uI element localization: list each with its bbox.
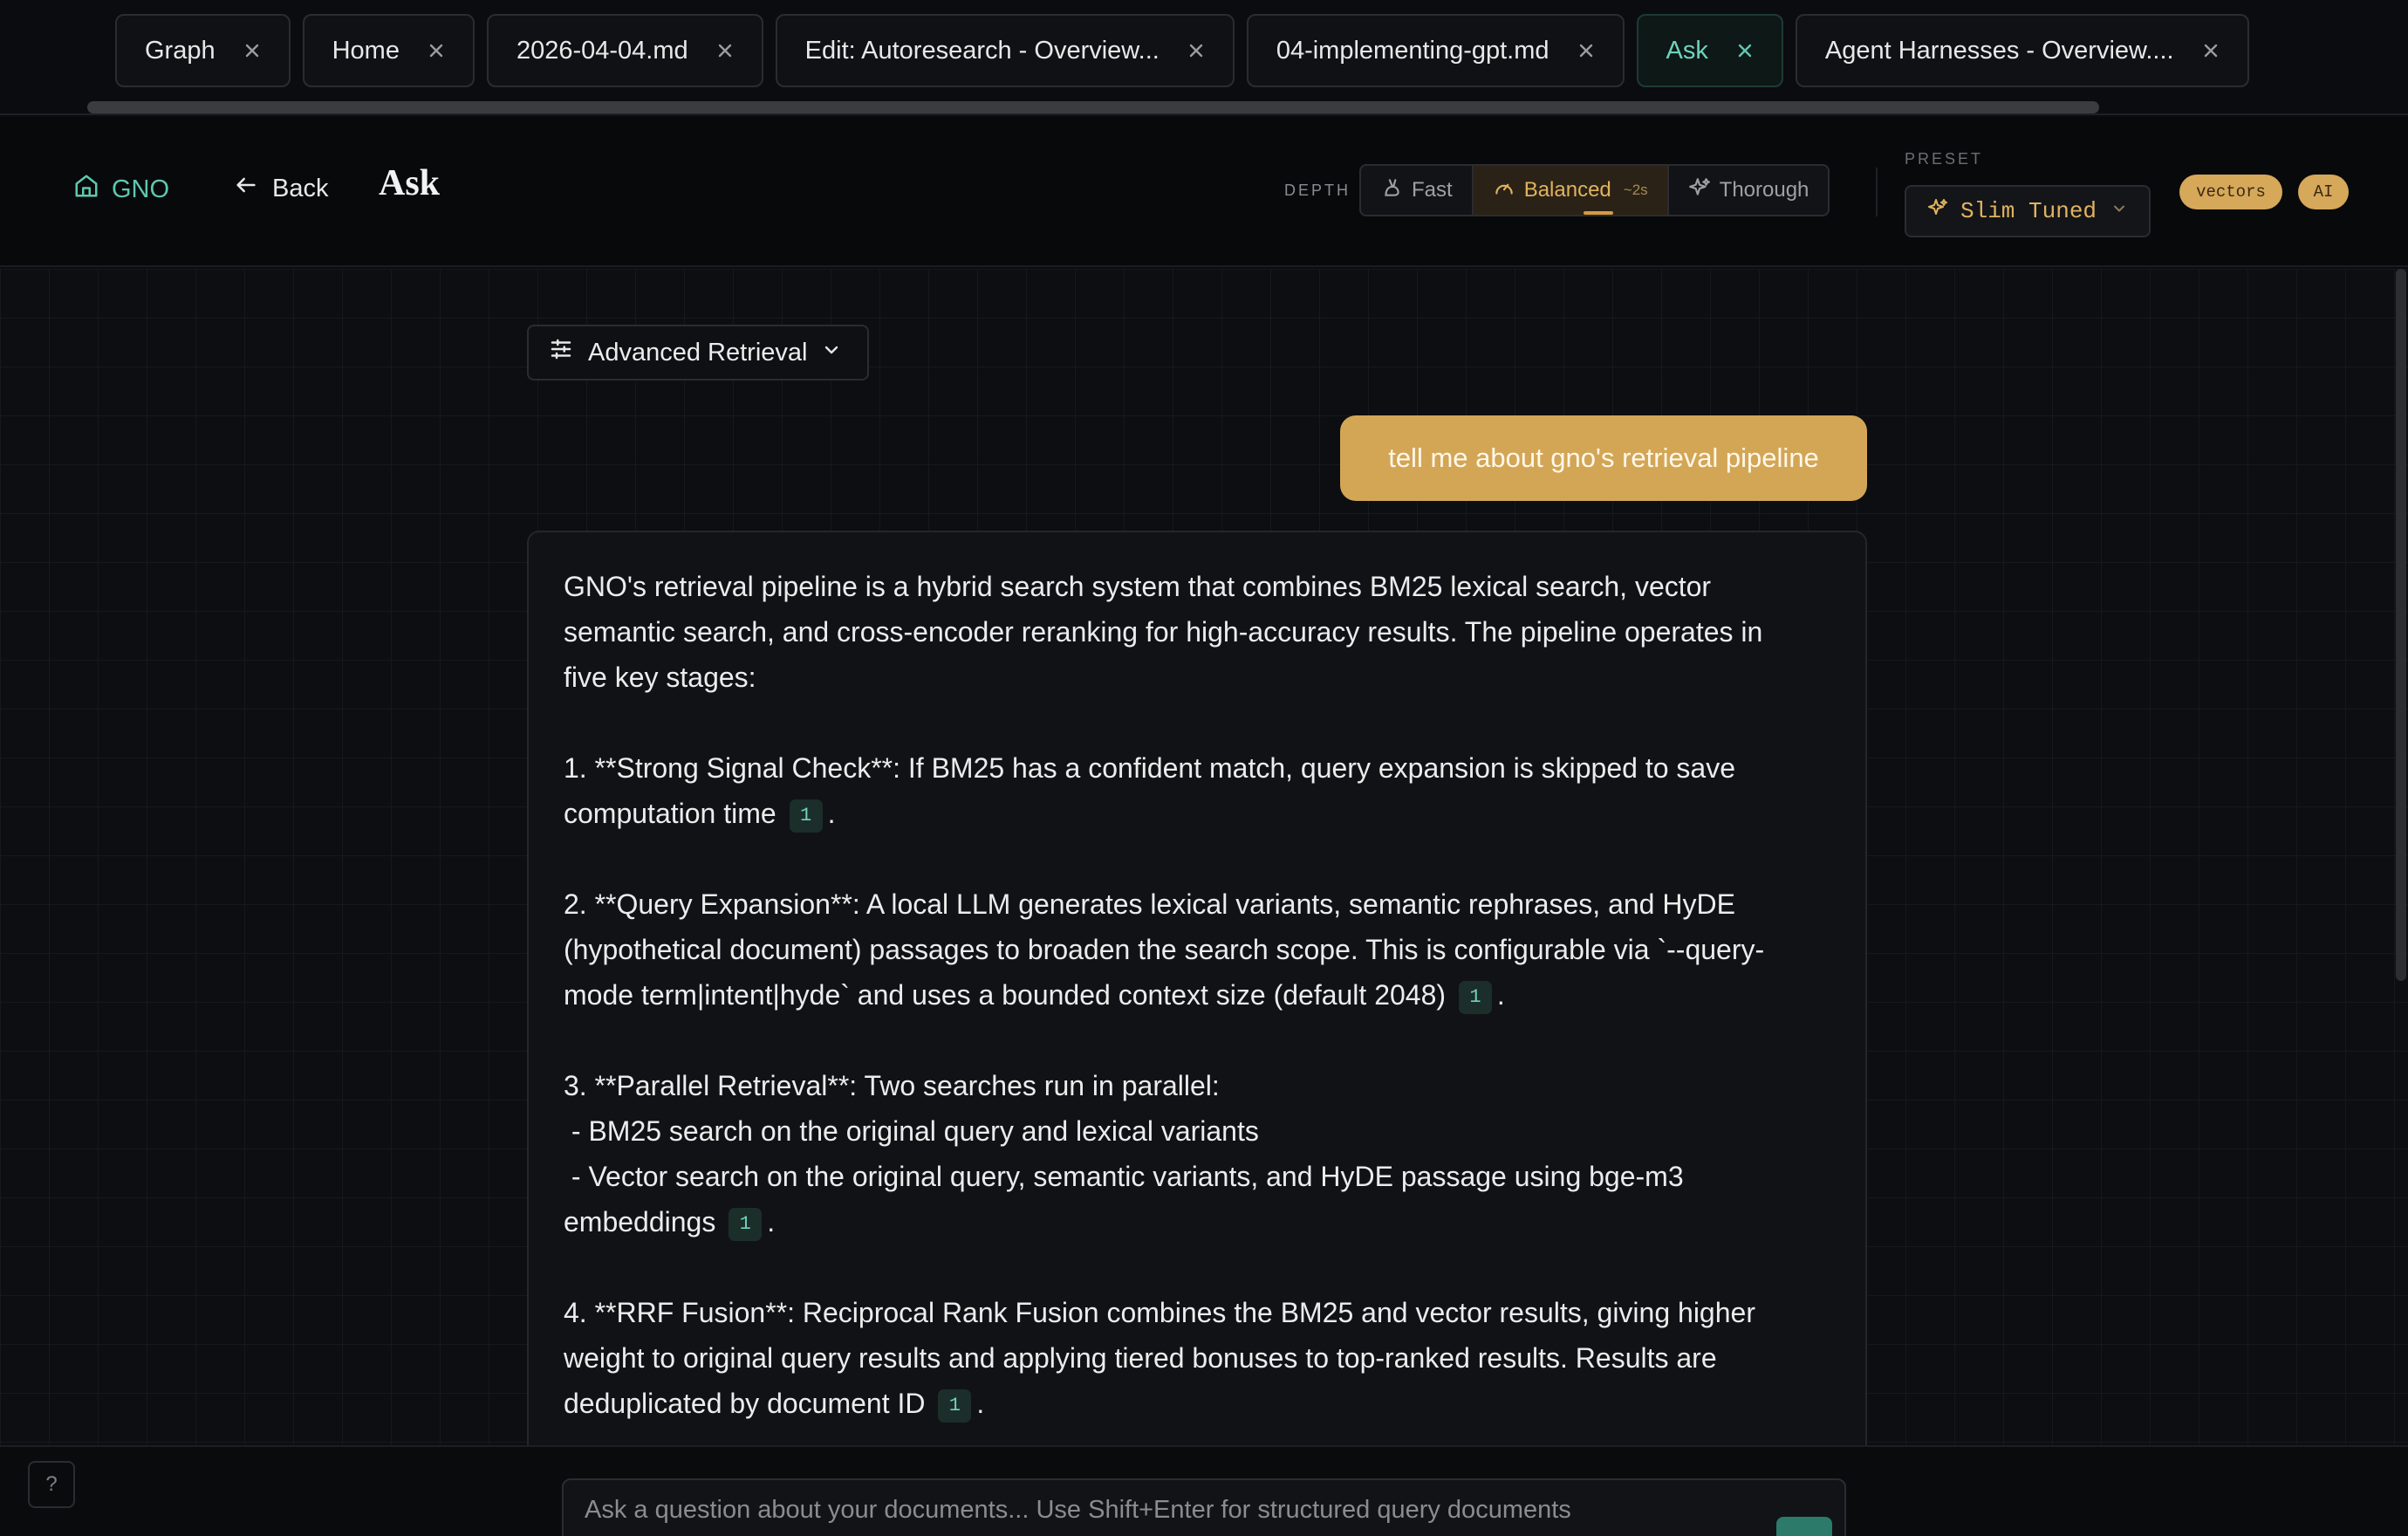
answer-line: deduplicated by document ID 1. [564, 1381, 1830, 1426]
answer-line: 1. **Strong Signal Check**: If BM25 has … [564, 752, 1735, 784]
advanced-retrieval-label: Advanced Retrieval [588, 338, 808, 367]
answer-line: 3. **Parallel Retrieval**: Two searches … [564, 1070, 1220, 1101]
question-input[interactable] [585, 1496, 1806, 1525]
tab-ask[interactable]: Ask [1636, 14, 1783, 87]
citation-badge[interactable]: 1 [789, 799, 823, 833]
user-message-text: tell me about gno's retrieval pipeline [1388, 442, 1819, 473]
send-button[interactable] [1776, 1517, 1832, 1536]
answer-punctuation: . [976, 1388, 985, 1419]
depth-balanced-button[interactable]: Balanced ~2s [1473, 166, 1667, 215]
content-scrollbar[interactable] [2396, 269, 2406, 981]
tab-label: Home [332, 36, 400, 65]
composer [562, 1478, 1846, 1536]
chevron-down-icon [821, 339, 842, 367]
citation-badge[interactable]: 1 [1458, 980, 1492, 1014]
close-icon[interactable] [715, 40, 735, 61]
answer-stage-4: 4. **RRF Fusion**: Reciprocal Rank Fusio… [564, 1290, 1830, 1426]
answer-text: deduplicated by document ID [564, 1388, 926, 1419]
answer-line: semantic search, and cross-encoder reran… [564, 616, 1763, 648]
tab-home[interactable]: Home [302, 14, 475, 87]
answer-line: mode term|intent|hyde` and uses a bounde… [564, 972, 1830, 1018]
tab-label: 2026-04-04.md [516, 36, 688, 65]
answer-line: 4. **RRF Fusion**: Reciprocal Rank Fusio… [564, 1297, 1755, 1328]
vectors-status-badge: vectors [2179, 175, 2282, 209]
divider [1876, 168, 1878, 216]
close-icon[interactable] [426, 40, 447, 61]
composer-bar: ? [0, 1445, 2408, 1536]
answer-line: - BM25 search on the original query and … [564, 1115, 1259, 1147]
sparkles-icon [1927, 197, 1948, 225]
back-label: Back [272, 174, 329, 202]
tab-label: Edit: Autoresearch - Overview... [804, 36, 1160, 65]
close-icon[interactable] [242, 40, 263, 61]
preset-select[interactable]: Slim Tuned [1905, 185, 2151, 237]
assistant-answer: GNO's retrieval pipeline is a hybrid sea… [527, 531, 1867, 1445]
back-button[interactable]: Back [234, 173, 328, 204]
ask-main: Advanced Retrieval tell me about gno's r… [0, 269, 2408, 1445]
close-icon[interactable] [2200, 40, 2221, 61]
answer-line: GNO's retrieval pipeline is a hybrid sea… [564, 571, 1712, 602]
answer-line: (hypothetical document) passages to broa… [564, 934, 1765, 965]
tab-agent-harnesses[interactable]: Agent Harnesses - Overview.... [1795, 14, 2249, 87]
tab-label: 04-implementing-gpt.md [1276, 36, 1549, 65]
answer-punctuation: . [827, 798, 836, 829]
tab-label: Ask [1666, 36, 1708, 65]
close-icon[interactable] [1734, 40, 1755, 61]
answer-stage-1: 1. **Strong Signal Check**: If BM25 has … [564, 745, 1830, 836]
tab-list: Graph Home 2026-04-04.md Edit: Autoresea… [115, 14, 2319, 87]
arrow-left-icon [234, 173, 258, 204]
user-message-bubble: tell me about gno's retrieval pipeline [1340, 415, 1867, 501]
depth-balanced-label: Balanced [1523, 178, 1611, 202]
tab-graph[interactable]: Graph [115, 14, 291, 87]
answer-text: embeddings [564, 1206, 716, 1238]
answer-intro: GNO's retrieval pipeline is a hybrid sea… [564, 564, 1830, 700]
sliders-icon [548, 336, 574, 369]
preset-label: PRESET [1905, 150, 1984, 168]
help-button[interactable]: ? [28, 1461, 75, 1508]
answer-stage-2: 2. **Query Expansion**: A local LLM gene… [564, 881, 1830, 1018]
depth-balanced-eta: ~2s [1623, 182, 1648, 198]
depth-fast-button[interactable]: Fast [1361, 166, 1472, 215]
sparkles-icon [1688, 176, 1711, 205]
answer-text: computation time [564, 798, 776, 829]
close-icon[interactable] [1186, 40, 1207, 61]
close-icon[interactable] [1576, 40, 1597, 61]
home-label: GNO [112, 175, 170, 203]
answer-line: computation time 1. [564, 791, 1830, 836]
preset-value: Slim Tuned [1960, 198, 2097, 224]
tab-implementing-gpt[interactable]: 04-implementing-gpt.md [1246, 14, 1625, 87]
page-title: Ask [379, 163, 441, 203]
answer-punctuation: . [1496, 979, 1505, 1011]
answer-line: five key stages: [564, 662, 756, 693]
tab-scrollbar[interactable] [87, 101, 2099, 113]
advanced-retrieval-toggle[interactable]: Advanced Retrieval [527, 325, 869, 381]
citation-badge[interactable]: 1 [938, 1389, 972, 1423]
answer-stage-3: 3. **Parallel Retrieval**: Two searches … [564, 1063, 1830, 1245]
page-header: GNO Back Ask DEPTH Fast Balanced ~2s Tho… [0, 117, 2408, 267]
home-link[interactable]: GNO [73, 173, 169, 206]
answer-line: weight to original query results and app… [564, 1342, 1717, 1374]
home-icon [73, 173, 99, 206]
depth-fast-label: Fast [1412, 178, 1453, 202]
tab-edit-autoresearch[interactable]: Edit: Autoresearch - Overview... [775, 14, 1235, 87]
depth-thorough-button[interactable]: Thorough [1669, 166, 1829, 215]
gauge-icon [1493, 176, 1515, 205]
depth-label: DEPTH [1284, 182, 1351, 199]
answer-line: 2. **Query Expansion**: A local LLM gene… [564, 888, 1735, 920]
citation-badge[interactable]: 1 [729, 1207, 763, 1241]
rabbit-icon [1380, 176, 1403, 205]
ai-status-badge: AI [2298, 175, 2349, 209]
tab-label: Graph [145, 36, 215, 65]
answer-line: embeddings 1. [564, 1199, 1830, 1245]
depth-thorough-label: Thorough [1719, 178, 1809, 202]
answer-text: mode term|intent|hyde` and uses a bounde… [564, 979, 1447, 1011]
tab-bar: Graph Home 2026-04-04.md Edit: Autoresea… [0, 0, 2408, 115]
answer-punctuation: . [767, 1206, 776, 1238]
tab-daily-note[interactable]: 2026-04-04.md [486, 14, 763, 87]
tab-label: Agent Harnesses - Overview.... [1824, 36, 2174, 65]
chevron-down-icon [2110, 198, 2128, 224]
answer-line: - Vector search on the original query, s… [564, 1161, 1684, 1192]
depth-selector: Fast Balanced ~2s Thorough [1359, 164, 1830, 216]
